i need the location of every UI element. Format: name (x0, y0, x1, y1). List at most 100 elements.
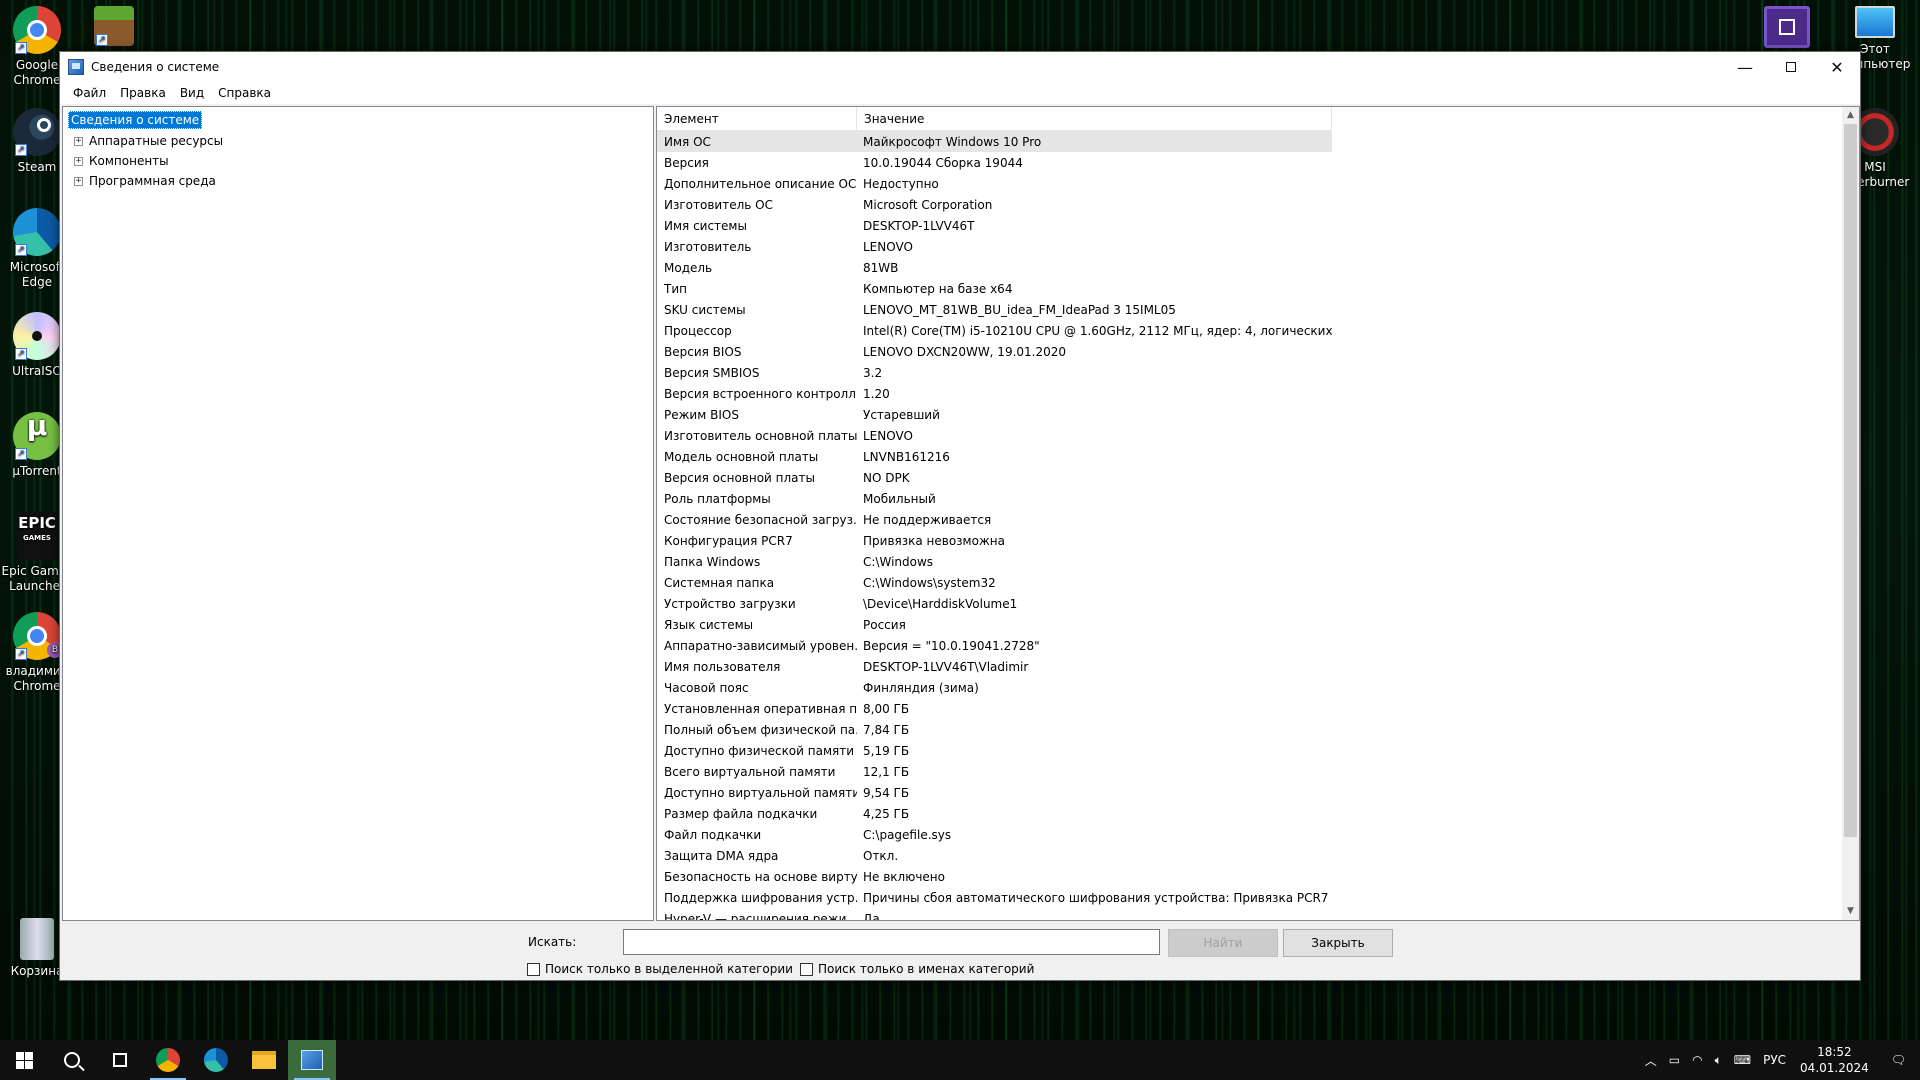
table-row[interactable]: Версия основной платы NO DPK (657, 467, 1332, 488)
clock[interactable]: 18:52 04.01.2024 (1792, 1044, 1877, 1076)
table-row[interactable]: Версия SMBIOS 3.2 (657, 362, 1332, 383)
table-row[interactable]: Версия встроенного контролл... 1.20 (657, 383, 1332, 404)
keyboard-icon[interactable]: ⌨︎ (1728, 1053, 1757, 1067)
row-element-cell: Изготовитель основной платы (664, 428, 857, 443)
table-row[interactable]: Размер файла подкачки 4,25 ГБ (657, 803, 1332, 824)
table-row[interactable]: SKU системы LENOVO_MT_81WB_BU_idea_FM_Ide… (657, 299, 1332, 320)
table-row[interactable]: Модель основной платы LNVNB161216 (657, 446, 1332, 467)
table-row[interactable]: Установленная оперативная п... 8,00 ГБ (657, 698, 1332, 719)
table-row[interactable]: Дополнительное описание ОС Недоступно (657, 173, 1332, 194)
input-language-indicator[interactable]: РУС (1757, 1053, 1792, 1067)
column-header-element[interactable]: Элемент (657, 107, 857, 130)
row-value-cell: Откл. (863, 848, 899, 863)
table-row[interactable]: Hyper-V — расширения режи... Да (657, 908, 1332, 921)
table-row[interactable]: Имя системы DESKTOP-1LVV46T (657, 215, 1332, 236)
tree-node-components[interactable]: + Компоненты (74, 151, 649, 171)
notification-center-icon[interactable]: 🗨︎ (1877, 1053, 1920, 1067)
tree-root-system-summary[interactable]: Сведения о системе (68, 111, 203, 129)
table-row[interactable]: Аппаратно-зависимый уровен... Версия = "1… (657, 635, 1332, 656)
start-button[interactable] (0, 1040, 48, 1080)
search-category-names-option[interactable]: Поиск только в именах категорий (800, 962, 1034, 976)
menu-file[interactable]: Файл (66, 86, 113, 100)
tree-node-software-environment[interactable]: + Программная среда (74, 171, 649, 191)
show-hidden-icons-chevron-icon[interactable]: ︿ (1639, 1052, 1663, 1069)
title-bar[interactable]: Сведения о системе — ✕ (60, 52, 1860, 82)
table-row[interactable]: Изготовитель ОС Microsoft Corporation (657, 194, 1332, 215)
taskbar-edge[interactable] (192, 1040, 240, 1080)
scroll-up-arrow-icon[interactable]: ▲ (1842, 107, 1859, 124)
folder-icon (252, 1051, 276, 1069)
row-value-cell: LNVNB161216 (863, 449, 950, 464)
table-row[interactable]: Папка Windows C:\Windows (657, 551, 1332, 572)
table-row[interactable]: Доступно виртуальной памяти 9,54 ГБ (657, 782, 1332, 803)
table-row[interactable]: Версия BIOS LENOVO DXCN20WW, 19.01.2020 (657, 341, 1332, 362)
taskbar-file-explorer[interactable] (240, 1040, 288, 1080)
taskbar-system-info[interactable] (288, 1040, 336, 1080)
utorrent-icon: µ ↗ (13, 412, 61, 460)
close-dialog-button[interactable]: Закрыть (1283, 929, 1393, 957)
table-row[interactable]: Изготовитель основной платы LENOVO (657, 425, 1332, 446)
taskbar-search-button[interactable] (48, 1040, 96, 1080)
search-category-names-checkbox[interactable] (800, 962, 813, 976)
table-row[interactable]: Версия 10.0.19044 Сборка 19044 (657, 152, 1332, 173)
table-row[interactable]: Часовой пояс Финляндия (зима) (657, 677, 1332, 698)
row-value-cell: LENOVO (863, 428, 913, 443)
list-rows: Имя ОС Майкрософт Windows 10 Pro Версия 10.… (657, 131, 1332, 921)
table-row[interactable]: Системная папка C:\Windows\system32 (657, 572, 1332, 593)
table-row[interactable]: Изготовитель LENOVO (657, 236, 1332, 257)
find-button[interactable]: Найти (1168, 929, 1278, 957)
category-tree[interactable]: Сведения о системе + Аппаратные ресурсы … (62, 106, 654, 921)
recycle-bin-icon (20, 918, 54, 960)
search-selected-category-option[interactable]: Поиск только в выделенной категории (527, 962, 793, 976)
menu-help[interactable]: Справка (211, 86, 278, 100)
close-button[interactable]: ✕ (1814, 52, 1860, 82)
table-row[interactable]: Устройство загрузки \Device\HarddiskVolum… (657, 593, 1332, 614)
table-row[interactable]: Конфигурация PCR7 Привязка невозможна (657, 530, 1332, 551)
volume-icon[interactable]: 🔈︎ (1709, 1053, 1728, 1068)
row-value-cell: 4,25 ГБ (863, 806, 910, 821)
scroll-down-arrow-icon[interactable]: ▼ (1842, 903, 1859, 920)
vertical-scrollbar[interactable]: ▲ ▼ (1842, 107, 1859, 920)
row-value-cell: Не поддерживается (863, 512, 992, 527)
menu-view[interactable]: Вид (173, 86, 211, 100)
taskbar-chrome[interactable] (144, 1040, 192, 1080)
table-row[interactable]: Полный объем физической па... 7,84 ГБ (657, 719, 1332, 740)
task-view-button[interactable] (96, 1040, 144, 1080)
row-value-cell: Не включено (863, 869, 945, 884)
row-value-cell: 1.20 (863, 386, 890, 401)
edge-icon (204, 1048, 228, 1072)
table-row[interactable]: Модель 81WB (657, 257, 1332, 278)
search-selected-category-checkbox[interactable] (527, 962, 540, 976)
search-input[interactable] (623, 929, 1160, 955)
tree-node-hardware-resources[interactable]: + Аппаратные ресурсы (74, 131, 649, 151)
battery-icon[interactable]: ▭ (1663, 1053, 1686, 1067)
row-element-cell: Изготовитель (664, 239, 752, 254)
expand-icon[interactable]: + (74, 156, 83, 166)
table-row[interactable]: Состояние безопасной загруз... Не поддерж… (657, 509, 1332, 530)
wifi-icon[interactable]: ◠ (1686, 1053, 1708, 1067)
table-row[interactable]: Тип Компьютер на базе x64 (657, 278, 1332, 299)
desktop-icon-cpu-app[interactable] (1750, 6, 1824, 52)
expand-icon[interactable]: + (74, 176, 83, 186)
table-row[interactable]: Поддержка шифрования устр... Причины сбоя… (657, 887, 1332, 908)
table-row[interactable]: Защита DMA ядра Откл. (657, 845, 1332, 866)
table-row[interactable]: Процессор Intel(R) Core(TM) i5-10210U CPU… (657, 320, 1332, 341)
desktop-icon-minecraft[interactable]: ↗ (77, 6, 151, 50)
scrollbar-thumb[interactable] (1844, 124, 1857, 837)
menu-edit[interactable]: Правка (113, 86, 173, 100)
table-row[interactable]: Роль платформы Мобильный (657, 488, 1332, 509)
table-row[interactable]: Безопасность на основе вирту... Не включе… (657, 866, 1332, 887)
expand-icon[interactable]: + (74, 136, 83, 146)
minimize-button[interactable]: — (1722, 52, 1768, 82)
table-row[interactable]: Доступно физической памяти 5,19 ГБ (657, 740, 1332, 761)
details-list[interactable]: Элемент Значение Имя ОС Майкрософт Window… (656, 106, 1860, 921)
table-row[interactable]: Режим BIOS Устаревший (657, 404, 1332, 425)
maximize-button[interactable] (1768, 52, 1814, 82)
table-row[interactable]: Всего виртуальной памяти 12,1 ГБ (657, 761, 1332, 782)
table-row[interactable]: Имя ОС Майкрософт Windows 10 Pro (657, 131, 1332, 152)
table-row[interactable]: Имя пользователя DESKTOP-1LVV46T\Vladimir (657, 656, 1332, 677)
row-element-cell: Часовой пояс (664, 680, 749, 695)
table-row[interactable]: Язык системы Россия (657, 614, 1332, 635)
table-row[interactable]: Файл подкачки C:\pagefile.sys (657, 824, 1332, 845)
column-header-value[interactable]: Значение (857, 107, 1332, 130)
